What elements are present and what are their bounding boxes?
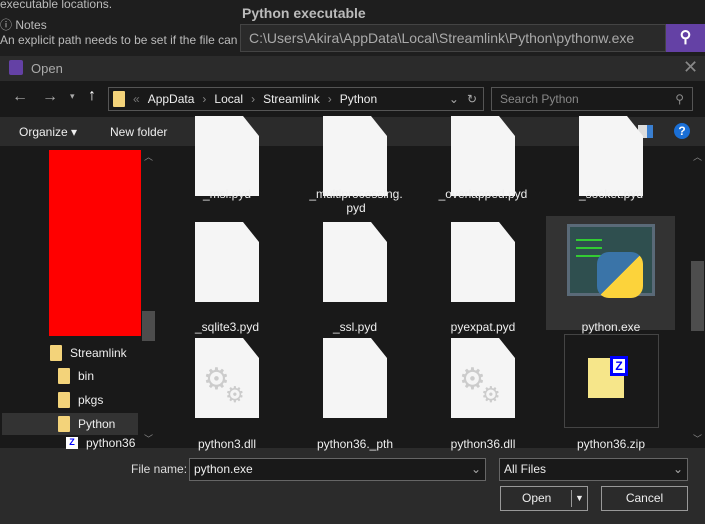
file-name: _ssl.pyd [332, 320, 378, 334]
breadcrumb-item[interactable]: Streamlink [263, 92, 320, 106]
blank-file-icon [195, 116, 259, 196]
dialog-title: Open [31, 61, 63, 76]
organize-button[interactable]: Organize ▾ [19, 125, 77, 139]
folder-icon [58, 368, 70, 384]
address-bar[interactable]: « AppData › Local › Streamlink › Python ⌄ ↻ [108, 87, 484, 111]
blank-file-icon [323, 338, 387, 418]
back-icon[interactable]: ← [12, 88, 28, 106]
navigation-bar: ← → ▾ ↑ « AppData › Local › Streamlink › Py… [0, 81, 705, 117]
notes-label: Notes [15, 18, 47, 32]
file-name: _overlapped.pyd [438, 187, 528, 201]
tree-item-selected[interactable]: Python [2, 413, 138, 435]
help-icon[interactable]: ? [674, 123, 690, 139]
notes-text: An explicit path needs to be set if the … [0, 33, 238, 47]
chevron-down-icon[interactable]: ⌄ [449, 92, 459, 106]
folder-icon [50, 345, 62, 361]
search-input[interactable]: Search Python ⚲ [491, 87, 693, 111]
file-name: python.exe [581, 320, 641, 334]
content-area: Streamlink bin pkgs Python Zpython36 ︿ ﹀… [0, 116, 705, 451]
file-name: _msi.pyd [202, 187, 252, 201]
new-folder-button[interactable]: New folder [110, 125, 167, 139]
tree-item[interactable]: Streamlink [50, 342, 127, 364]
scrollbar-thumb[interactable] [142, 311, 155, 341]
search-icon: ⚲ [679, 29, 692, 46]
recent-chevron-icon[interactable]: ▾ [70, 91, 75, 102]
file-name: _multiprocessing.pyd [309, 187, 403, 215]
bottom-panel: File name: python.exe ⌄ All Files ⌄ Open ▼ … [0, 448, 705, 524]
python-executable-label: Python executable [242, 5, 366, 21]
notes-heading: ⓘ Notes [0, 18, 47, 32]
close-icon[interactable]: ✕ [683, 57, 698, 78]
file-name: pyexpat.pyd [450, 320, 516, 334]
navigation-pane: Streamlink bin pkgs Python Zpython36 ︿ ﹀ [0, 146, 158, 450]
file-name-input[interactable]: python.exe ⌄ [189, 458, 486, 481]
refresh-icon[interactable]: ↻ [467, 92, 477, 106]
breadcrumb-item[interactable]: Python [340, 92, 377, 106]
sidebar-scrollbar[interactable]: ︿ ﹀ [141, 146, 156, 448]
blank-file-icon [579, 116, 643, 196]
up-icon[interactable]: ↑ [88, 87, 96, 105]
breadcrumb-item[interactable]: Local [214, 92, 243, 106]
twitch-icon [9, 60, 23, 75]
folder-icon [58, 392, 70, 408]
open-button[interactable]: Open ▼ [500, 486, 588, 511]
tree-item[interactable]: bin [58, 365, 94, 387]
cancel-button[interactable]: Cancel [601, 486, 688, 511]
file-name: _socket.pyd [578, 187, 644, 201]
background-text: executable locations. [0, 0, 113, 11]
dll-file-icon: ⚙ ⚙ [195, 338, 259, 418]
blank-file-icon [451, 222, 515, 302]
folder-icon [58, 416, 70, 432]
overflow-icon: « [133, 92, 140, 106]
title-bar: Open ✕ [0, 56, 705, 80]
file-scrollbar[interactable]: ︿ ﹀ [690, 146, 705, 448]
file-type-select[interactable]: All Files ⌄ [499, 458, 688, 481]
dll-file-icon: ⚙ ⚙ [451, 338, 515, 418]
open-dropdown-icon[interactable]: ▼ [571, 490, 584, 507]
blank-file-icon [451, 116, 515, 196]
search-icon: ⚲ [675, 92, 684, 106]
open-dialog: Open ✕ ← → ▾ ↑ « AppData › Local › Streaml… [0, 56, 705, 524]
file-name: _sqlite3.pyd [194, 320, 260, 334]
blank-file-icon [323, 222, 387, 302]
breadcrumb-item[interactable]: AppData [148, 92, 195, 106]
file-name-label: File name: [131, 462, 188, 476]
redacted-area [49, 150, 141, 336]
python-logo [597, 252, 643, 298]
tree-item[interactable]: pkgs [58, 389, 103, 411]
scrollbar-thumb[interactable] [691, 261, 704, 331]
browse-button[interactable]: ⚲ [666, 24, 705, 52]
python-path-input[interactable]: C:\Users\Akira\AppData\Local\Streamlink\… [240, 24, 666, 52]
folder-icon [113, 91, 125, 107]
blank-file-icon [323, 116, 387, 196]
forward-icon[interactable]: → [42, 88, 58, 106]
blank-file-icon [195, 222, 259, 302]
